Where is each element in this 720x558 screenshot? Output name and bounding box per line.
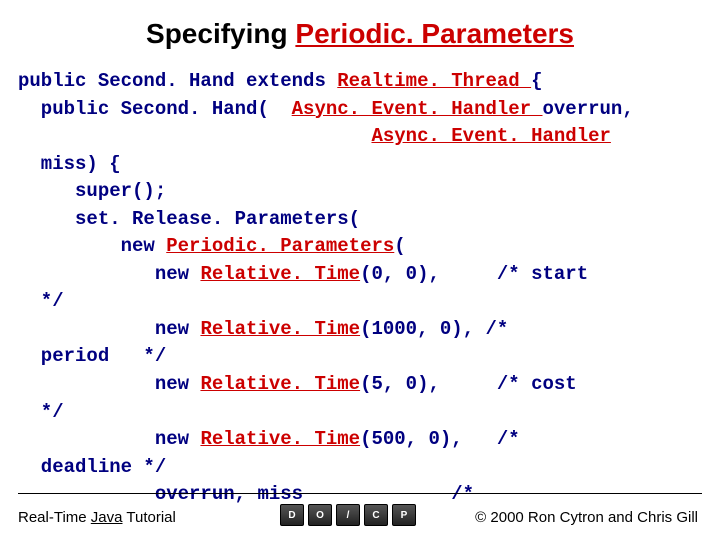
realtime-thread-link: Realtime. Thread bbox=[337, 70, 531, 92]
t: super(); bbox=[18, 180, 166, 202]
t: (5, 0), /* cost bbox=[360, 373, 577, 395]
t: period */ bbox=[18, 345, 166, 367]
t bbox=[18, 125, 371, 147]
t: overrun, bbox=[543, 98, 634, 120]
t: public Second. Hand( bbox=[18, 98, 292, 120]
footer-rule bbox=[18, 493, 702, 494]
async-handler-link: Async. Event. Handler bbox=[371, 125, 610, 147]
periodic-params-link: Periodic. Parameters bbox=[166, 235, 394, 257]
slide-title: Specifying Periodic. Parameters bbox=[0, 18, 720, 50]
t: overrun, miss /* bbox=[18, 483, 474, 505]
t: new bbox=[18, 263, 200, 285]
t: new bbox=[18, 373, 200, 395]
async-handler-link: Async. Event. Handler bbox=[292, 98, 543, 120]
t: set. Release. Parameters( bbox=[18, 208, 360, 230]
t: */ bbox=[18, 290, 64, 312]
t: ( bbox=[394, 235, 405, 257]
footer-left: Real-Time Java Tutorial bbox=[18, 509, 176, 526]
key-icon: D bbox=[280, 504, 304, 526]
t: Tutorial bbox=[122, 509, 175, 526]
copyright: © 2000 Ron Cytron and Chris Gill bbox=[475, 509, 698, 526]
relative-time-link: Relative. Time bbox=[200, 318, 360, 340]
relative-time-link: Relative. Time bbox=[200, 373, 360, 395]
t: new bbox=[18, 318, 200, 340]
t: Real-Time bbox=[18, 509, 91, 526]
t: public Second. Hand extends bbox=[18, 70, 337, 92]
key-icon: C bbox=[364, 504, 388, 526]
relative-time-link: Relative. Time bbox=[200, 263, 360, 285]
t: (500, 0), /* bbox=[360, 428, 520, 450]
t: */ bbox=[18, 401, 64, 423]
t: { bbox=[531, 70, 542, 92]
key-icon: / bbox=[336, 504, 360, 526]
footer-keys: D O / C P bbox=[280, 504, 416, 526]
java-link: Java bbox=[91, 509, 123, 526]
t: (1000, 0), /* bbox=[360, 318, 508, 340]
relative-time-link: Relative. Time bbox=[200, 428, 360, 450]
t: miss) { bbox=[18, 153, 121, 175]
title-link: Periodic. Parameters bbox=[295, 18, 574, 49]
t: new bbox=[18, 428, 200, 450]
t: deadline */ bbox=[18, 456, 166, 478]
title-plain: Specifying bbox=[146, 18, 295, 49]
t: (0, 0), /* start bbox=[360, 263, 588, 285]
t: new bbox=[18, 235, 166, 257]
key-icon: O bbox=[308, 504, 332, 526]
key-icon: P bbox=[392, 504, 416, 526]
code-block: public Second. Hand extends Realtime. Th… bbox=[18, 68, 720, 509]
